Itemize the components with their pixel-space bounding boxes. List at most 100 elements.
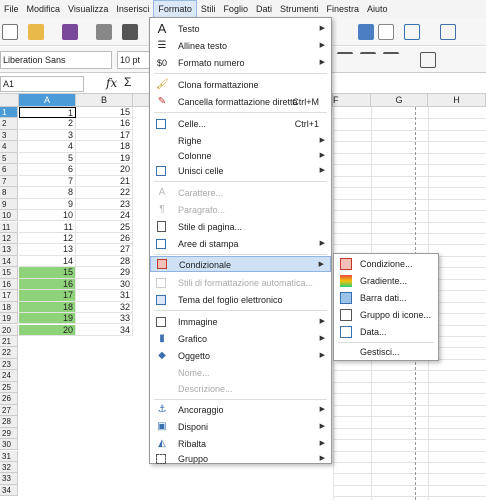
row-header[interactable]: 27 xyxy=(0,404,18,417)
cell-a[interactable]: 2 xyxy=(19,118,76,130)
cell-b[interactable]: 34 xyxy=(76,324,133,336)
cell-a[interactable]: 15 xyxy=(19,267,76,279)
column-header-h[interactable]: H xyxy=(428,94,486,107)
menu-item-ribalta[interactable]: ◭ Ribalta ▶ xyxy=(150,436,331,452)
row-header[interactable]: 16 xyxy=(0,278,18,291)
menu-file[interactable]: File xyxy=(0,0,23,18)
column-header-b[interactable]: B xyxy=(76,94,133,107)
cell-a[interactable]: 8 xyxy=(19,187,76,199)
menu-item-immagine[interactable]: Immagine ▶ xyxy=(150,314,331,330)
row-header[interactable]: 20 xyxy=(0,324,18,336)
cell-b[interactable]: 15 xyxy=(76,107,133,119)
cell-b[interactable]: 17 xyxy=(76,129,133,142)
menu-item-aree-stampa[interactable]: Aree di stampa ▶ xyxy=(150,236,331,252)
row-header[interactable]: 34 xyxy=(0,484,18,497)
menu-dati[interactable]: Dati xyxy=(252,0,276,18)
row-header[interactable]: 17 xyxy=(0,290,18,302)
cell-b[interactable]: 33 xyxy=(76,313,133,325)
export-icon[interactable] xyxy=(96,24,112,40)
column-header-g[interactable]: G xyxy=(371,94,428,107)
cell-a[interactable]: 7 xyxy=(19,175,76,188)
row-header[interactable]: 5 xyxy=(0,152,18,165)
menu-item-formato-numero[interactable]: $0 Formato numero ▶ xyxy=(150,55,331,71)
row-header[interactable]: 9 xyxy=(0,198,18,210)
cell-a[interactable]: 6 xyxy=(19,164,76,176)
cell-b[interactable]: 22 xyxy=(76,187,133,199)
row-header[interactable]: 10 xyxy=(0,210,18,222)
cell-a[interactable]: 5 xyxy=(19,152,76,165)
cell-b[interactable]: 30 xyxy=(76,278,133,291)
menu-inserisci[interactable]: Inserisci xyxy=(112,0,153,18)
row-header[interactable]: 12 xyxy=(0,232,18,245)
submenu-item-data[interactable]: Data... xyxy=(334,324,438,340)
menu-item-allinea-testo[interactable]: ☰ Allinea testo ▶ xyxy=(150,38,331,54)
menu-item-condizionale[interactable]: Condizionale ▶ xyxy=(150,256,331,272)
cell-a[interactable]: 9 xyxy=(19,198,76,210)
cell-b[interactable]: 32 xyxy=(76,301,133,314)
cell-a[interactable]: 20 xyxy=(19,324,76,336)
row-header[interactable]: 3 xyxy=(0,129,18,142)
cell-b[interactable]: 16 xyxy=(76,118,133,130)
font-size-box[interactable]: 10 pt xyxy=(117,51,150,69)
cell-b[interactable]: 28 xyxy=(76,255,133,268)
submenu-item-barra-dati[interactable]: Barra dati... xyxy=(334,290,438,306)
row-header[interactable]: 29 xyxy=(0,427,18,439)
align-left-icon[interactable] xyxy=(337,52,353,68)
menu-item-cancella-formattazione[interactable]: ✎ Cancella formattazione diretta Ctrl+M xyxy=(150,94,331,110)
submenu-item-condizione[interactable]: Condizione... xyxy=(334,256,438,272)
menu-item-gruppo[interactable]: Gruppo ▶ xyxy=(150,451,331,467)
menu-formato[interactable]: Formato xyxy=(153,0,197,18)
menu-item-colonne[interactable]: Colonne ▶ xyxy=(150,148,331,164)
cell-b[interactable]: 18 xyxy=(76,141,133,153)
submenu-item-gestisci[interactable]: Gestisci... xyxy=(334,344,438,360)
row-header[interactable]: 14 xyxy=(0,255,18,268)
cell-a[interactable]: 16 xyxy=(19,278,76,291)
column-header-f[interactable]: F xyxy=(333,94,371,107)
menu-visualizza[interactable]: Visualizza xyxy=(64,0,112,18)
cell-a[interactable]: 4 xyxy=(19,141,76,153)
row-header[interactable]: 30 xyxy=(0,439,18,451)
menu-item-unisci-celle[interactable]: Unisci celle ▶ xyxy=(150,163,331,179)
cell-b[interactable]: 21 xyxy=(76,175,133,188)
menu-item-oggetto[interactable]: ◆ Oggetto ▶ xyxy=(150,348,331,364)
cell-a[interactable]: 11 xyxy=(19,221,76,233)
new-document-icon[interactable] xyxy=(2,24,18,40)
menu-strumenti[interactable]: Strumenti xyxy=(276,0,323,18)
row-header[interactable]: 15 xyxy=(0,267,18,279)
cell-a[interactable]: 17 xyxy=(19,290,76,302)
select-all-corner[interactable] xyxy=(0,94,19,107)
cell-a[interactable]: 19 xyxy=(19,313,76,325)
cell-a[interactable]: 3 xyxy=(19,129,76,142)
menu-finestra[interactable]: Finestra xyxy=(322,0,363,18)
menu-stili[interactable]: Stili xyxy=(197,0,220,18)
wrap-icon[interactable] xyxy=(420,52,436,68)
cell-b[interactable]: 25 xyxy=(76,221,133,233)
cell-b[interactable]: 26 xyxy=(76,232,133,245)
menu-item-celle[interactable]: Celle... Ctrl+1 xyxy=(150,116,331,132)
cell-b[interactable]: 19 xyxy=(76,152,133,165)
font-name-box[interactable]: Liberation Sans xyxy=(0,51,112,69)
menu-item-clona-formattazione[interactable]: 🖌 Clona formattazione xyxy=(150,77,331,93)
menu-item-ancoraggio[interactable]: ⚓ Ancoraggio ▶ xyxy=(150,402,331,418)
print-icon[interactable] xyxy=(122,24,138,40)
menu-item-tema[interactable]: Tema del foglio elettronico xyxy=(150,292,331,308)
spelling-icon[interactable] xyxy=(358,24,374,40)
row-header[interactable]: 8 xyxy=(0,187,18,199)
menu-item-grafico[interactable]: ▮ Grafico ▶ xyxy=(150,331,331,347)
row-header[interactable]: 26 xyxy=(0,393,18,405)
row-header[interactable]: 4 xyxy=(0,141,18,153)
row-header[interactable]: 23 xyxy=(0,358,18,371)
cell-a[interactable]: 12 xyxy=(19,232,76,245)
row-header[interactable]: 18 xyxy=(0,301,18,314)
name-box[interactable]: A1 xyxy=(0,76,84,92)
cell-a[interactable]: 10 xyxy=(19,210,76,222)
column-icon[interactable] xyxy=(440,24,456,40)
open-folder-icon[interactable] xyxy=(28,24,44,40)
menu-foglio[interactable]: Foglio xyxy=(219,0,252,18)
row-header[interactable]: 11 xyxy=(0,221,18,233)
submenu-item-gradiente[interactable]: Gradiente... xyxy=(334,273,438,289)
row-header[interactable]: 21 xyxy=(0,336,18,348)
row-icon[interactable] xyxy=(404,24,420,40)
align-right-icon[interactable] xyxy=(383,52,399,68)
save-icon[interactable] xyxy=(62,24,78,40)
